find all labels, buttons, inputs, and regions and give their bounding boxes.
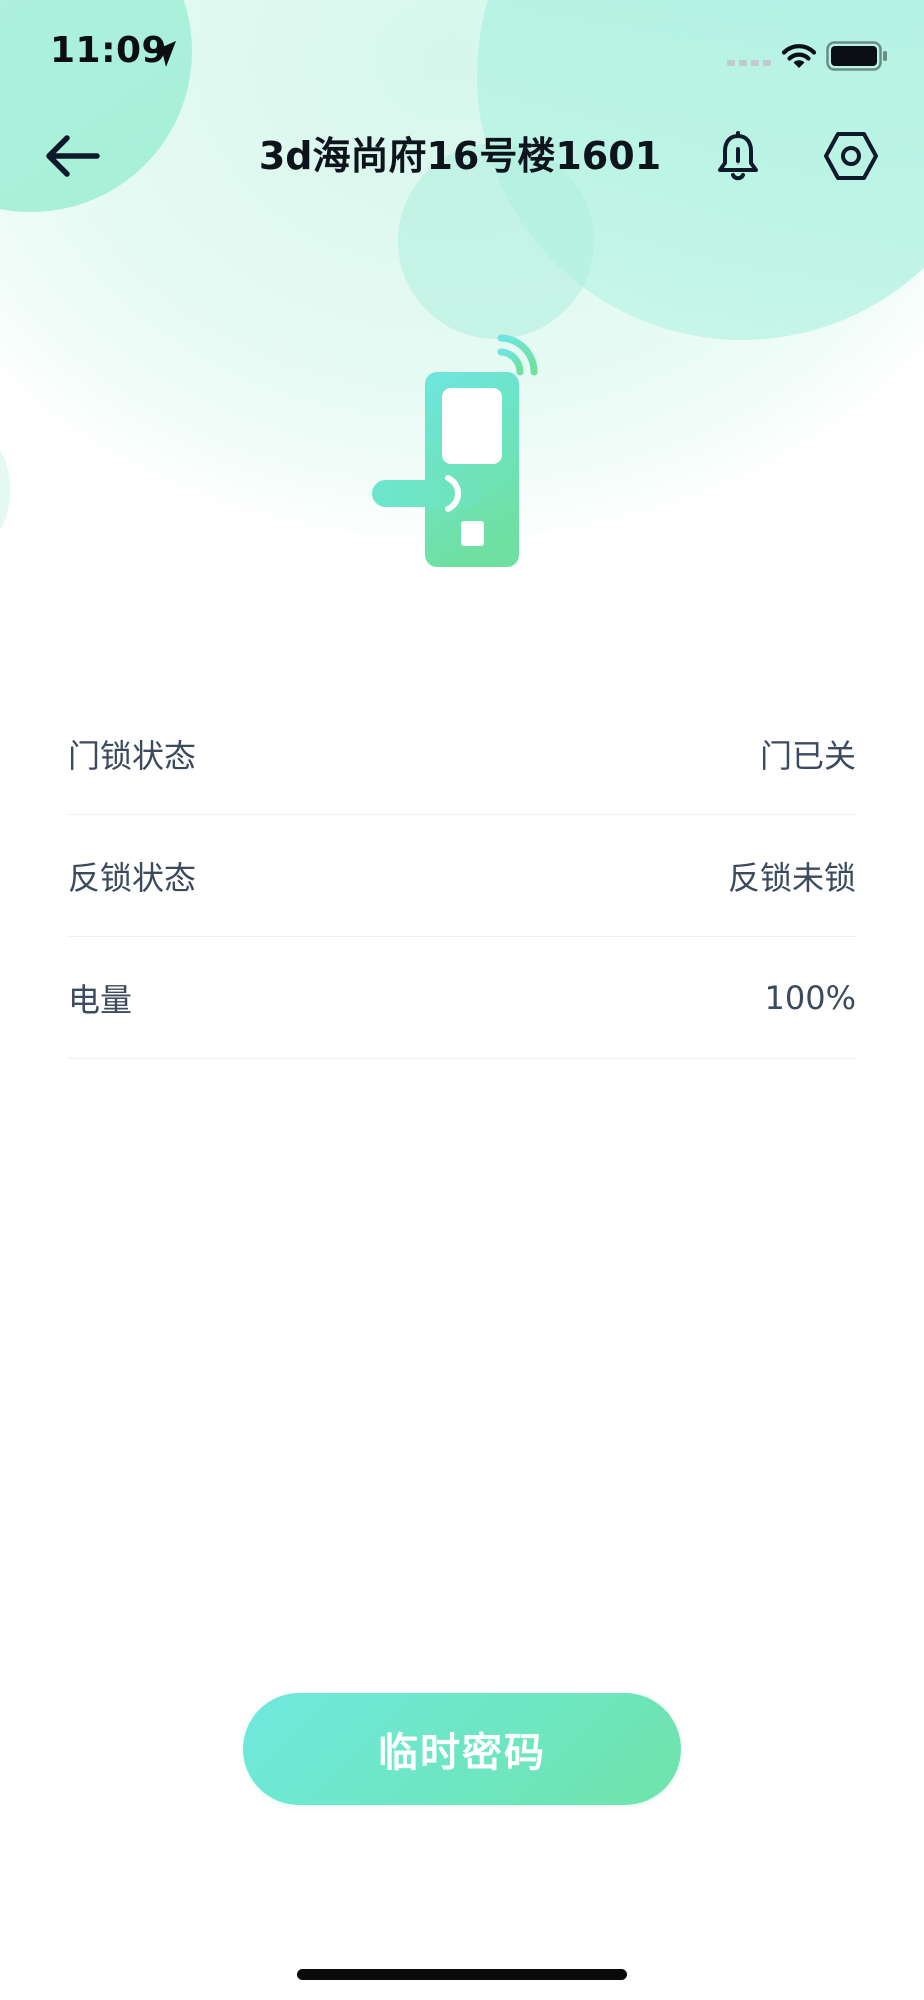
deadbolt-status-row: 反锁状态 反锁未锁 <box>68 815 856 937</box>
status-bar: 11:09 <box>0 0 924 110</box>
back-button[interactable] <box>36 124 108 188</box>
deadbolt-status-value: 反锁未锁 <box>727 858 856 897</box>
deadbolt-status-label: 反锁状态 <box>68 858 197 897</box>
lock-status-label: 门锁状态 <box>68 736 197 775</box>
battery-level-value: 100% <box>764 978 856 1017</box>
back-arrow-icon <box>46 135 100 177</box>
background-bubble-edge <box>0 440 10 540</box>
battery-level-label: 电量 <box>68 980 133 1019</box>
lock-status-row: 门锁状态 门已关 <box>68 693 856 815</box>
page-title: 3d海尚府16号楼1601 <box>258 134 662 178</box>
wifi-icon <box>781 44 817 68</box>
cellular-signal-icon <box>727 60 771 66</box>
notifications-button[interactable] <box>706 124 770 188</box>
smart-door-lock-icon <box>372 334 538 567</box>
door-lock-detail-screen: 11:09 3d海尚府16号楼1601 门锁状态 门已关 反锁状态 反锁未锁 电… <box>0 0 924 2000</box>
lock-status-value: 门已关 <box>759 736 856 775</box>
bell-icon <box>718 131 758 181</box>
battery-level-row: 电量 100% <box>68 937 856 1059</box>
lock-info-list: 门锁状态 门已关 反锁状态 反锁未锁 电量 100% <box>68 693 856 1059</box>
settings-button[interactable] <box>818 124 884 188</box>
settings-hexagon-icon <box>824 132 878 180</box>
home-indicator[interactable] <box>297 1969 627 1980</box>
temp-password-label: 临时密码 <box>378 1730 546 1776</box>
location-arrow-icon <box>151 41 176 67</box>
battery-icon <box>826 41 887 71</box>
temp-password-button[interactable]: 临时密码 <box>243 1693 681 1805</box>
